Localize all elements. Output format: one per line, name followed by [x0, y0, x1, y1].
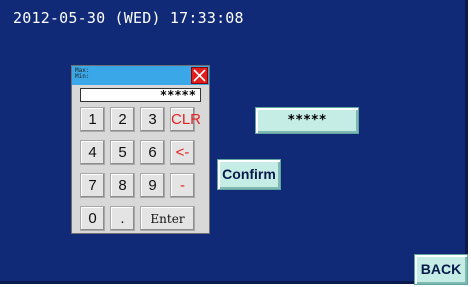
decimal-point-key[interactable]: .	[110, 206, 135, 231]
key-5[interactable]: 5	[110, 140, 135, 165]
key-3[interactable]: 3	[140, 107, 165, 132]
key-0[interactable]: 0	[80, 206, 105, 231]
date-time-display: 2012-05-30 (WED) 17:33:08	[13, 9, 244, 27]
hmi-screen: 2012-05-30 (WED) 17:33:08 Max: Min: ****…	[0, 0, 468, 285]
close-icon	[193, 69, 206, 82]
enter-key[interactable]: Enter	[140, 206, 195, 231]
keypad-display: *****	[80, 88, 201, 102]
key-7[interactable]: 7	[80, 173, 105, 198]
key-1[interactable]: 1	[80, 107, 105, 132]
password-field[interactable]: *****	[255, 107, 359, 134]
clear-key[interactable]: CLR	[170, 107, 201, 132]
confirm-button[interactable]: Confirm	[217, 159, 281, 190]
key-8[interactable]: 8	[110, 173, 135, 198]
minus-key[interactable]: -	[170, 173, 195, 198]
backspace-key[interactable]: <-	[170, 140, 195, 165]
keypad-min-label: Min:	[75, 73, 90, 80]
key-9[interactable]: 9	[140, 173, 165, 198]
keypad-title-bar: Max: Min:	[72, 66, 209, 85]
key-6[interactable]: 6	[140, 140, 165, 165]
back-button[interactable]: BACK	[414, 254, 468, 285]
close-button[interactable]	[191, 67, 208, 84]
numeric-keypad: Max: Min: ***** 1 2 3 CLR 4 5 6 <- 7 8 9…	[71, 65, 210, 234]
key-4[interactable]: 4	[80, 140, 105, 165]
key-2[interactable]: 2	[110, 107, 135, 132]
